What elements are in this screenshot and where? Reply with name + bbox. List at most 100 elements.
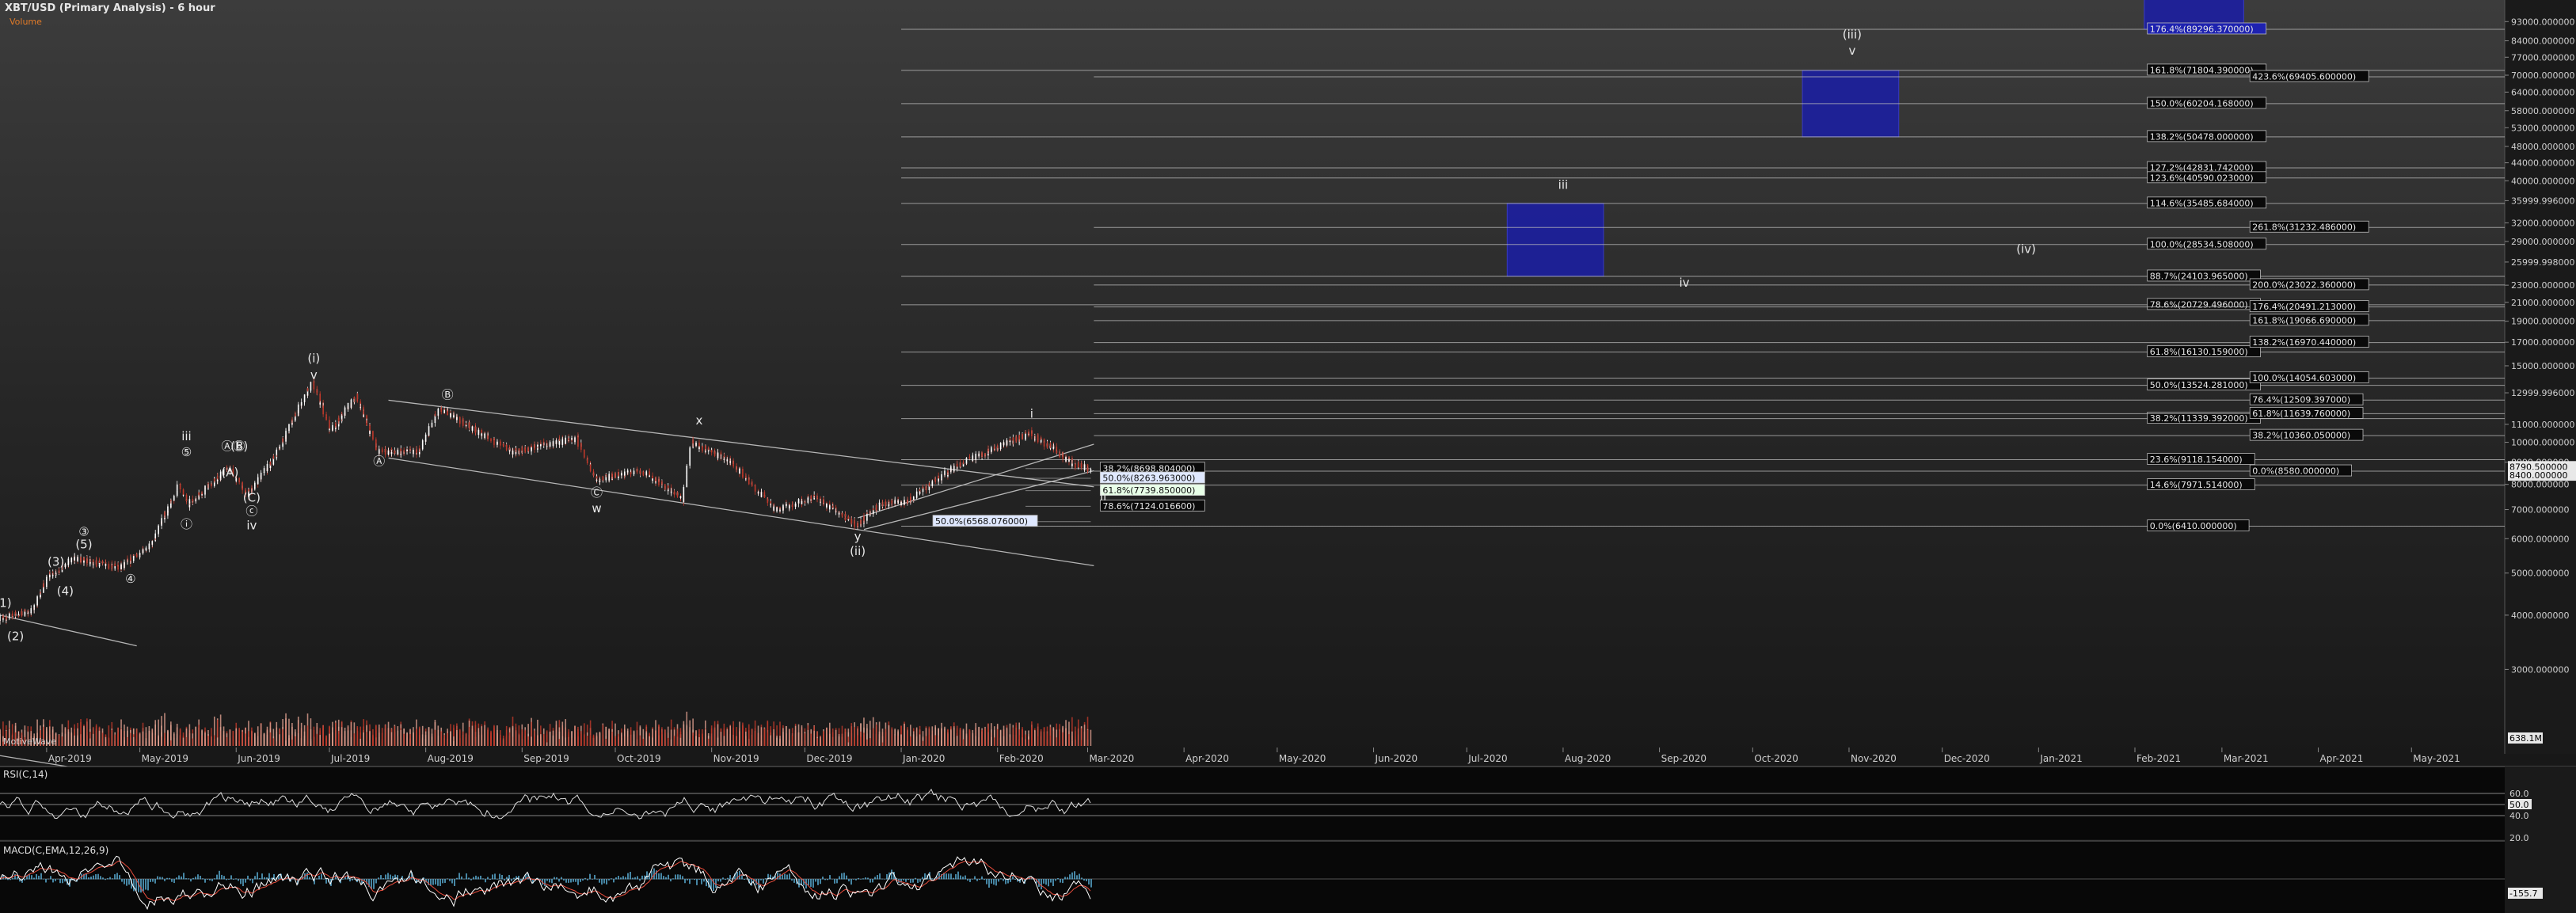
candle-body (316, 391, 318, 394)
candle-body (344, 407, 346, 411)
candle-body (114, 564, 116, 566)
candle-body (1075, 463, 1076, 469)
macd-hist-bar (325, 879, 327, 884)
candle-body (786, 504, 787, 505)
volume-bar (288, 718, 290, 746)
macd-hist-bar (691, 878, 693, 880)
candle-body (297, 405, 299, 408)
macd-hist-bar (565, 879, 567, 883)
volume-bar (89, 738, 91, 746)
candle-body (568, 439, 569, 440)
candle-body (524, 448, 527, 452)
macd-hist-bar (459, 873, 460, 880)
volume-bar (192, 738, 194, 746)
volume-bar (1028, 739, 1029, 746)
candle-body (61, 570, 63, 573)
candle-body (332, 425, 333, 427)
candle-body (618, 472, 619, 476)
volume-bar (546, 742, 548, 746)
macd-hist-bar (957, 871, 959, 880)
candle-body (269, 462, 272, 465)
macd-hist-bar (758, 879, 759, 888)
volume-bar (938, 728, 939, 746)
macd-hist-bar (449, 879, 451, 881)
wave-label: ⓘ (181, 517, 192, 531)
volume-bar (465, 732, 467, 746)
volume-bar (251, 727, 253, 746)
macd-hist-bar (786, 874, 788, 880)
macd-hist-bar (162, 877, 163, 880)
candle-body (1012, 437, 1014, 441)
candle-body (135, 555, 138, 557)
volume-bar (555, 721, 557, 746)
macd-hist-bar (257, 872, 258, 880)
candle-body (409, 449, 411, 451)
wave-label: Ⓒ (591, 485, 603, 500)
macd-hist-bar (1043, 879, 1044, 884)
volume-bar (303, 731, 306, 746)
macd-hist-bar (684, 879, 686, 884)
volume-bar (502, 735, 504, 746)
candle-body (502, 443, 504, 447)
macd-hist-bar (575, 879, 576, 882)
macd-hist-bar (173, 879, 175, 884)
macd-hist-bar (1086, 879, 1087, 881)
candle-body (387, 451, 390, 455)
macd-hist-bar (480, 875, 481, 880)
macd-hist-bar (862, 878, 864, 880)
fib-label: 176.4%(89296.370000) (2150, 24, 2254, 34)
volume-bar (1022, 727, 1023, 746)
candle-body (993, 447, 995, 449)
macd-hist-bar (475, 875, 477, 880)
volume-bar (823, 732, 824, 746)
macd-hist-bar (1083, 879, 1085, 881)
volume-bar (767, 732, 769, 746)
candle-body (692, 439, 694, 444)
macd-hist-bar (178, 875, 180, 880)
volume-bar (418, 726, 420, 746)
candle-body (720, 458, 722, 459)
macd-hist-bar (55, 879, 56, 881)
macd-hist-bar (33, 877, 35, 880)
macd-hist-bar (641, 875, 643, 880)
candle-body (43, 583, 44, 588)
volume-bar (195, 726, 197, 746)
macd-hist-bar (729, 875, 731, 880)
candle-body (838, 512, 840, 514)
candle-body (1049, 444, 1052, 446)
candle-body (878, 502, 881, 504)
volume-bar (993, 737, 995, 746)
macd-hist-bar (318, 875, 320, 880)
macd-hist-bar (782, 874, 783, 880)
macd-hist-bar (872, 879, 873, 883)
candle-body (11, 615, 13, 616)
candle-body (670, 491, 672, 493)
volume-bar (987, 728, 989, 746)
macd-hist-bar (877, 875, 878, 880)
candle-body (586, 460, 588, 464)
rsi-tick-label: 40.0 (2509, 811, 2529, 821)
volume-bar (726, 728, 729, 746)
y-tick-label: 4000.000000 (2511, 611, 2569, 621)
volume-bar (387, 721, 390, 746)
volume-bar (944, 726, 946, 746)
volume-bar (185, 736, 188, 746)
candle-body (583, 455, 585, 458)
volume-bar (595, 732, 598, 746)
candle-body (1083, 464, 1086, 470)
macd-hist-bar (839, 876, 840, 880)
volume-bar (316, 733, 318, 746)
candle-body (263, 468, 265, 472)
volume-bar (95, 724, 97, 746)
macd-hist-bar (682, 876, 683, 880)
volume-bar (1037, 723, 1039, 746)
volume-bar (642, 739, 645, 746)
volume-bar (577, 732, 579, 746)
y-tick-label: 53000.000000 (2511, 123, 2574, 133)
volume-bar (108, 737, 110, 746)
volume-bar (655, 730, 656, 746)
wave-label: (4) (57, 584, 74, 598)
volume-bar (907, 727, 908, 746)
candle-body (418, 448, 420, 450)
volume-bar (105, 737, 107, 746)
